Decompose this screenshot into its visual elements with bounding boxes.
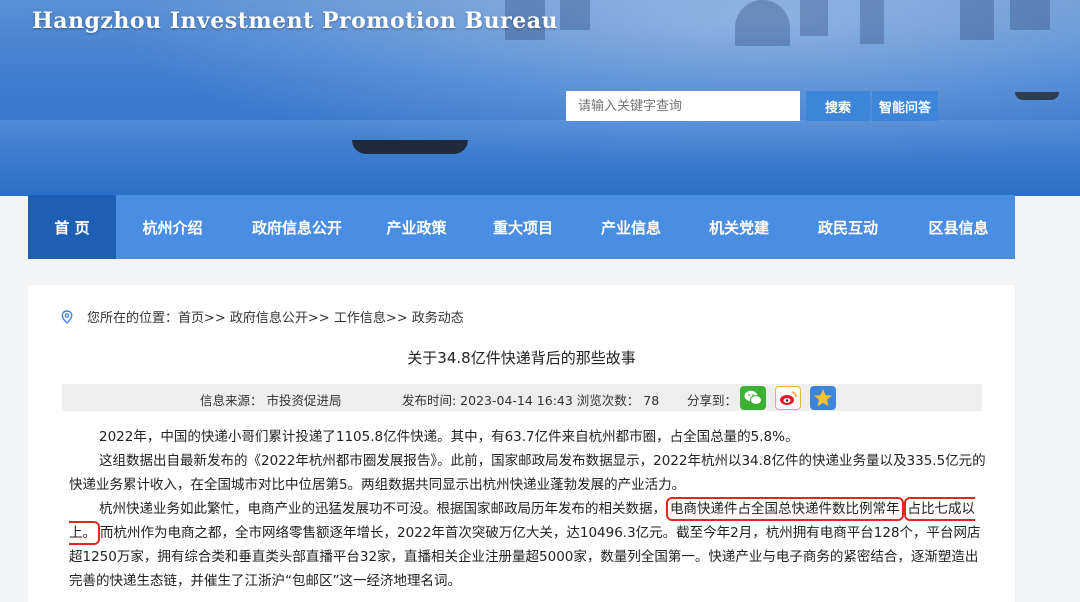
qzone-icon[interactable] (810, 386, 836, 410)
site-title: Hangzhou Investment Promotion Bureau (32, 8, 558, 34)
skyline-building (800, 0, 828, 36)
article-title: 关于34.8亿件快递背后的那些故事 (407, 349, 636, 367)
header-banner: Hangzhou Investment Promotion Bureau 搜索 … (0, 0, 1080, 196)
search-input[interactable] (566, 91, 800, 121)
skyline-building (860, 0, 884, 44)
article-meta-bar: 信息来源： 市投资促进局 发布时间: 2023-04-14 16:43 浏览次数… (62, 384, 982, 411)
article-body: 2022年，中国的快递小哥们累计投递了1105.8亿件快递。其中，有63.7亿件… (69, 425, 987, 593)
nav-item-party-building[interactable]: 机关党建 (684, 195, 794, 259)
location-pin-icon (61, 309, 73, 324)
article-paragraph: 2022年，中国的快递小哥们累计投递了1105.8亿件快递。其中，有63.7亿件… (99, 429, 799, 445)
nav-item-gov-info[interactable]: 政府信息公开 (229, 195, 365, 259)
skyline-building (960, 0, 994, 40)
nav-item-districts[interactable]: 区县信息 (902, 195, 1015, 259)
boat-image (352, 140, 468, 154)
breadcrumb: 您所在的位置：首页>> 政府信息公开>> 工作信息>> 政务动态 (61, 307, 464, 326)
skyline-building (1010, 0, 1050, 30)
nav-item-interaction[interactable]: 政民互动 (794, 195, 902, 259)
nav-item-hangzhou-intro[interactable]: 杭州介绍 (116, 195, 229, 259)
banner-water (0, 120, 1080, 196)
paragraph-text: 杭州快递业务如此繁忙，电商产业的迅猛发展功不可没。根据国家邮政局历年发布的相关数… (99, 501, 666, 517)
weibo-icon[interactable] (775, 386, 801, 410)
main-nav: 首 页 杭州介绍 政府信息公开 产业政策 重大项目 产业信息 机关党建 政民互动… (28, 195, 1015, 259)
boat-image (1015, 92, 1059, 100)
skyline-building (560, 0, 590, 30)
article-source: 信息来源： 市投资促进局 (200, 393, 342, 408)
article-published: 发布时间: 2023-04-14 16:43 浏览次数： 78 (402, 393, 660, 408)
skyline-building (735, 0, 790, 46)
breadcrumb-text[interactable]: 您所在的位置：首页>> 政府信息公开>> 工作信息>> 政务动态 (87, 307, 464, 326)
article-paragraph: 这组数据出自最新发布的《2022年杭州都市圈发展报告》。此前，国家邮政局发布数据… (69, 453, 986, 493)
nav-item-major-projects[interactable]: 重大项目 (468, 195, 578, 259)
wechat-icon[interactable] (740, 386, 766, 410)
content-panel: 您所在的位置：首页>> 政府信息公开>> 工作信息>> 政务动态 关于34.8亿… (28, 285, 1015, 602)
search-button[interactable]: 搜索 (806, 91, 870, 121)
article-paragraph: 杭州快递业务如此繁忙，电商产业的迅猛发展功不可没。根据国家邮政局历年发布的相关数… (69, 497, 987, 593)
smart-qa-button[interactable]: 智能问答 (872, 91, 938, 121)
nav-item-home[interactable]: 首 页 (28, 195, 116, 259)
nav-item-industry-policy[interactable]: 产业政策 (365, 195, 468, 259)
paragraph-text: 而杭州作为电商之都，全市网络零售额逐年增长，2022年首次突破万亿大关，达104… (69, 525, 981, 589)
share-label: 分享到： (687, 393, 738, 408)
nav-item-industry-info[interactable]: 产业信息 (578, 195, 684, 259)
highlighted-text: 电商快递件占全国总快递件数比例常年 (666, 497, 904, 521)
